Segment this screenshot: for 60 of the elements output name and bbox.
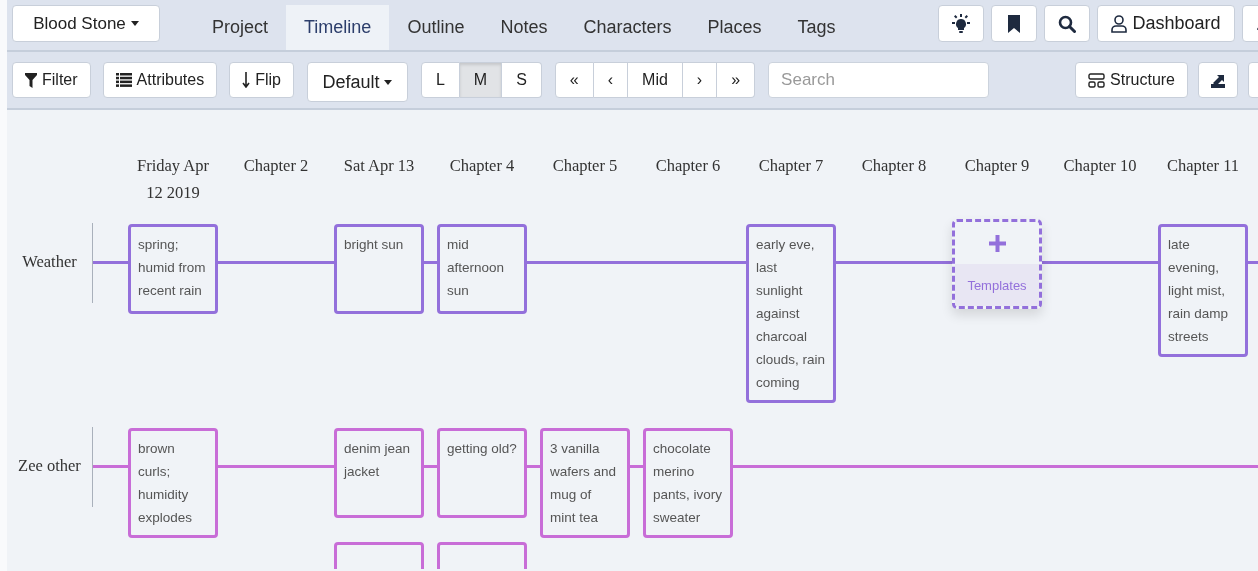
project-dropdown[interactable]: Blood Stone xyxy=(12,5,160,42)
column-heading: Chapter 8 xyxy=(860,155,928,177)
dashboard-button[interactable]: Dashboard xyxy=(1097,5,1235,42)
export-icon xyxy=(1210,72,1226,88)
note-card[interactable]: getting old? xyxy=(437,428,527,518)
column-heading: Chapter 2 xyxy=(242,155,310,177)
user-icon xyxy=(1111,14,1128,33)
navigation-button[interactable]: » xyxy=(717,62,756,98)
navigation-button[interactable]: Mid xyxy=(628,62,683,98)
column-heading: Chapter 4 xyxy=(448,155,516,177)
note-card[interactable]: 3 vanilla wafers and mug of mint tea xyxy=(540,428,630,538)
export-button[interactable] xyxy=(1198,62,1238,98)
down-arrow-icon xyxy=(242,72,251,88)
size-button[interactable]: S xyxy=(502,62,542,98)
nav-tab[interactable]: Places xyxy=(689,5,780,50)
nav-tab[interactable]: Characters xyxy=(565,5,690,50)
column-heading: Friday Apr 12 2019 xyxy=(136,155,210,204)
column-heading: Chapter 7 xyxy=(757,155,825,177)
search-button[interactable] xyxy=(1044,5,1090,42)
column-heading: Sat Apr 13 xyxy=(342,155,416,177)
size-button[interactable]: M xyxy=(459,62,503,98)
nav-tab[interactable]: Tags xyxy=(779,5,854,50)
note-card[interactable]: spring; humid from recent rain xyxy=(128,224,218,314)
note-card[interactable]: early eve, last sunlight against charcoal clouds, rain coming xyxy=(746,224,836,403)
bookmark-icon xyxy=(1007,14,1021,33)
navigation-button[interactable]: › xyxy=(682,62,718,98)
note-card[interactable]: denim jean jacket xyxy=(334,428,424,518)
column-heading: Chapter 5 xyxy=(551,155,619,177)
search-icon xyxy=(1058,14,1076,33)
lightbulb-icon xyxy=(951,13,971,34)
column-heading: Chapter 10 xyxy=(1062,155,1138,177)
row-label: Weather xyxy=(21,252,78,272)
note-card[interactable]: late evening, light mist, rain damp streets xyxy=(1158,224,1248,357)
column-heading: Chapter 9 xyxy=(963,155,1031,177)
flip-button[interactable]: Flip xyxy=(229,62,294,98)
column-heading: Chapter 6 xyxy=(654,155,722,177)
list-icon xyxy=(115,73,132,87)
navigation-button[interactable]: « xyxy=(554,62,594,98)
lightbulb-button[interactable] xyxy=(938,5,984,42)
nav-tab[interactable]: Outline xyxy=(389,5,483,50)
structure-icon xyxy=(1088,72,1106,88)
search-field[interactable]: Search xyxy=(768,62,990,98)
attributes-button[interactable]: Attributes xyxy=(102,62,218,98)
bookmark-button[interactable] xyxy=(991,5,1037,42)
note-card[interactable]: bright sun xyxy=(334,224,424,314)
column-heading: Chapter 11 xyxy=(1165,155,1241,177)
navigation-button[interactable]: ‹ xyxy=(593,62,629,98)
filter-button[interactable]: Filter xyxy=(12,62,91,98)
nav-tab[interactable]: Project xyxy=(194,5,287,50)
nav-tab[interactable]: Notes xyxy=(482,5,566,50)
note-card[interactable]: chocolate merino pants, ivory sweater xyxy=(643,428,733,538)
view-dropdown[interactable]: Default xyxy=(306,62,408,102)
note-card[interactable]: mid afternoon sun xyxy=(437,224,527,314)
size-button[interactable]: L xyxy=(420,62,460,98)
funnel-icon xyxy=(25,72,37,88)
structure-button[interactable]: Structure xyxy=(1075,62,1188,98)
note-card[interactable]: brown curls; humidity explodes xyxy=(128,428,218,538)
plus-icon xyxy=(988,234,1006,252)
row-label: Zee other xyxy=(17,456,82,476)
nav-tab[interactable]: Timeline xyxy=(286,5,390,50)
